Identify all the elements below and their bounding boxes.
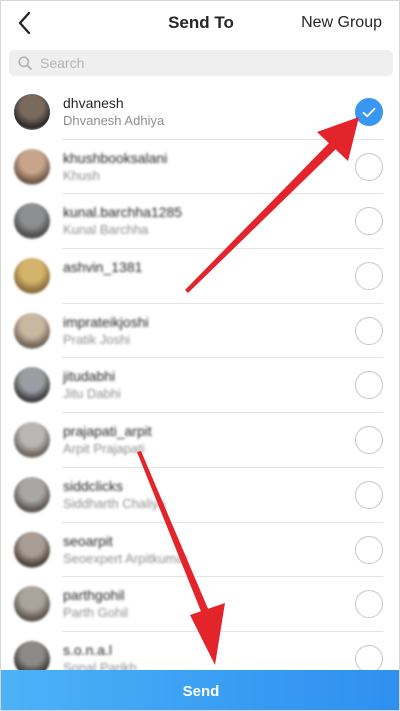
search-input[interactable] [40,55,360,71]
chevron-left-icon [18,11,31,35]
contact-username: kunal.barchha1285 [63,204,183,221]
avatar [14,312,50,349]
contact-username: prajapati_arpit [63,423,152,440]
avatar [14,476,50,513]
select-checkbox[interactable] [355,207,383,236]
avatar [14,531,50,568]
contact-row[interactable]: kunal.barchha1285 Kunal Barchha [1,194,399,249]
contact-row[interactable]: seoarpit Seoexpert Arpitkumar [1,523,399,578]
contact-full-name: Seoexpert Arpitkumar [63,550,189,566]
contact-full-name: Parth Gohil [63,605,129,621]
contact-username: s.o.n.a.l [63,641,113,658]
avatar [14,148,50,185]
contact-username: siddclicks [63,477,123,494]
contact-row[interactable]: ashvin_1381 [1,249,399,304]
new-group-button[interactable]: New Group [301,1,382,45]
contact-username: seoarpit [63,532,113,549]
select-checkbox[interactable] [355,535,383,564]
contact-row[interactable]: jitudabhi Jitu Dabhi [1,358,399,413]
contact-row[interactable]: siddclicks Siddharth Chaliya [1,468,399,523]
contact-full-name: Jitu Dabhi [63,386,121,402]
selected-checkbox[interactable] [355,98,383,126]
avatar [14,367,50,404]
select-checkbox[interactable] [355,262,383,291]
select-checkbox[interactable] [355,316,383,345]
contact-username: ashvin_1381 [63,259,143,276]
select-checkbox[interactable] [355,590,383,619]
search-icon [18,56,32,70]
select-checkbox[interactable] [355,426,383,455]
contact-row[interactable]: parthgohil Parth Gohil [1,577,399,632]
select-checkbox[interactable] [355,644,383,673]
avatar [14,422,50,459]
contact-full-name: Siddharth Chaliya [63,495,166,511]
select-checkbox[interactable] [355,152,383,181]
contact-full-name: Khush [63,167,100,183]
avatar [14,94,50,130]
contact-username: dhvanesh [63,95,124,111]
send-button-label: Send [182,682,220,700]
send-button[interactable]: Send [1,670,399,710]
avatar [14,258,50,295]
avatar [14,586,50,623]
contact-full-name: Arpit Prajapati [63,441,145,457]
contact-row[interactable]: dhvanesh Dhvanesh Adhiya [1,85,399,140]
nav-bar: Send To New Group [1,1,399,45]
contact-username: jitudabhi [63,368,116,385]
contact-full-name: Kunal Barchha [63,222,149,238]
contact-row[interactable]: prajapati_arpit Arpit Prajapati [1,413,399,468]
contact-row[interactable]: imprateikjoshi Pratik Joshi [1,304,399,359]
contact-row[interactable]: khushbooksalani Khush [1,140,399,195]
contact-list: dhvanesh Dhvanesh Adhiya khushbooksalani Kh… [1,85,399,687]
contact-username: imprateikjoshi [63,313,149,330]
contact-username: parthgohil [63,587,125,604]
contact-username: khushbooksalani [63,149,168,166]
send-to-screen: Send To New Group dhvanesh Dhvanesh Adhiy… [0,0,400,711]
search-bar[interactable] [9,50,393,76]
contact-full-name: Pratik Joshi [63,331,131,347]
checkmark-icon [362,107,376,117]
select-checkbox[interactable] [355,371,383,400]
avatar [14,203,50,240]
select-checkbox[interactable] [355,480,383,509]
contact-full-name: Dhvanesh Adhiya [63,113,165,128]
back-button[interactable] [9,7,39,39]
